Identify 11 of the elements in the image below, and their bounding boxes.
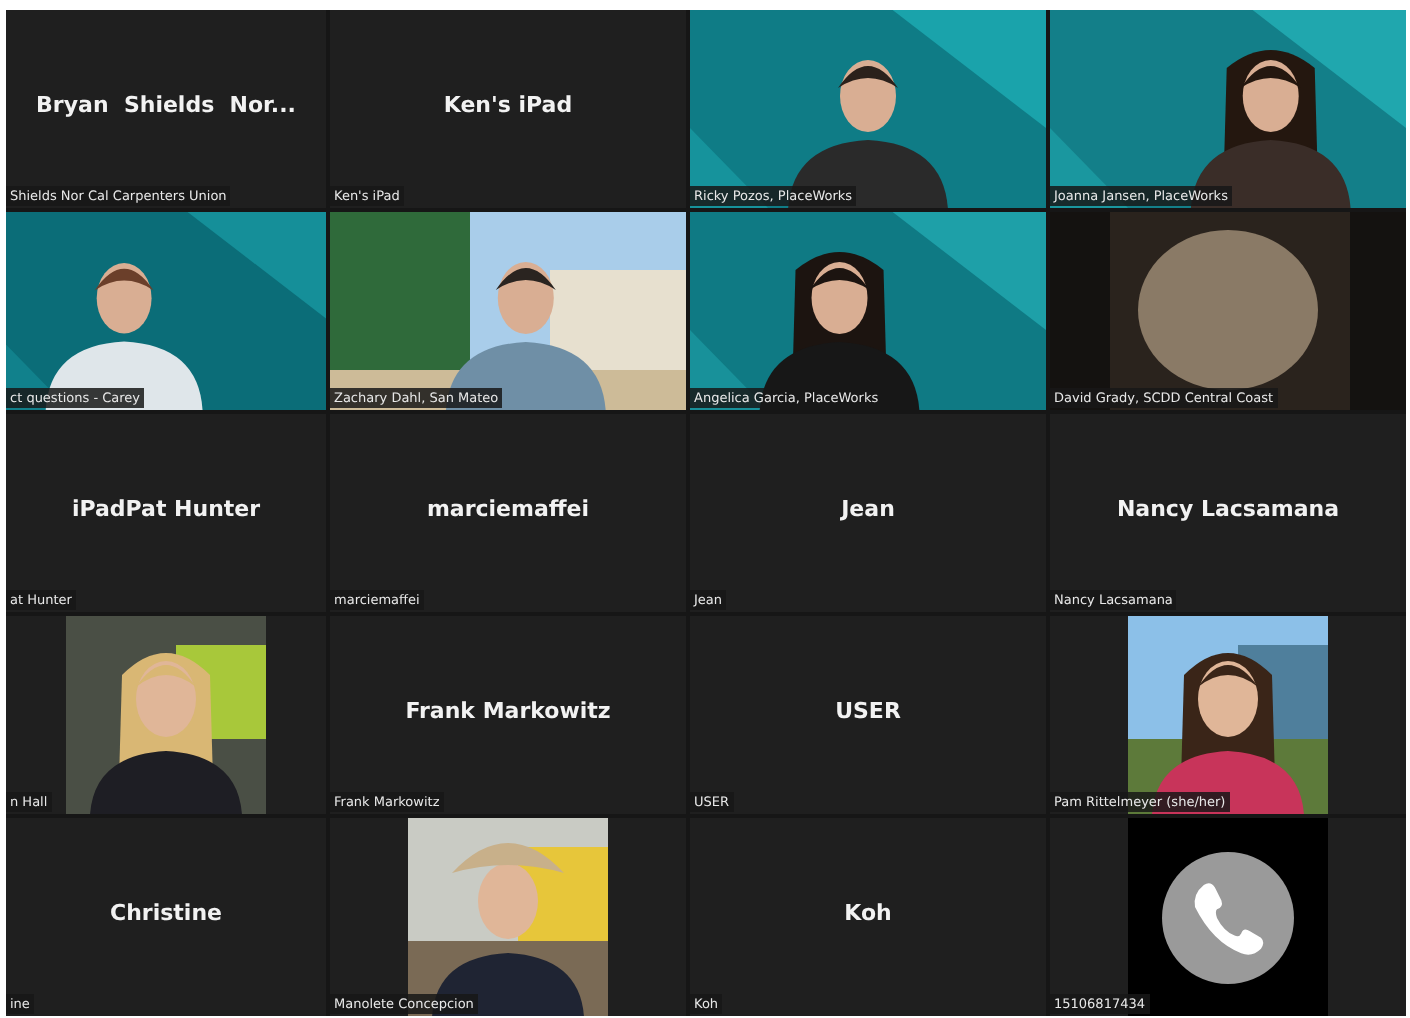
- phone-icon: [1162, 851, 1294, 983]
- participant-name: Christine: [110, 900, 222, 926]
- participant-name: Bryan Shields Nor...: [36, 92, 296, 118]
- participant-name: Frank Markowitz: [405, 698, 611, 724]
- participant-name: USER: [835, 698, 901, 724]
- participant-name: Nancy Lacsamana: [1116, 496, 1340, 522]
- participant-name: marciemaffei: [426, 496, 590, 522]
- participant-name: Jean: [841, 496, 895, 522]
- participant-name: Ken's iPad: [443, 92, 573, 118]
- participant-name: Koh: [844, 900, 892, 926]
- participant-name: iPadPat Hunter: [71, 496, 261, 522]
